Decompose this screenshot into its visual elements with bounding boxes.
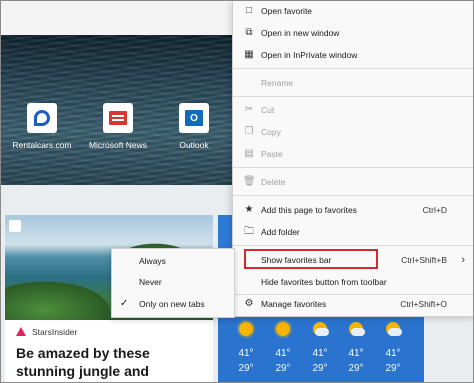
quick-link-label: Microsoft News xyxy=(88,140,148,150)
partly-cloudy-icon xyxy=(349,322,365,336)
article-source: StarsInsider xyxy=(32,327,78,337)
submenu-item-always[interactable]: Always xyxy=(112,252,234,270)
quick-link-label: Rentalcars.com xyxy=(12,140,72,150)
menu-item-add-to-favorites[interactable]: ★ Add this page to favorites Ctrl+D xyxy=(233,200,474,220)
forecast-high: 41° xyxy=(238,348,254,359)
menu-item-rename[interactable]: Rename xyxy=(233,73,474,93)
cut-icon: ✂ xyxy=(244,104,254,115)
forecast-low: 29° xyxy=(312,363,328,374)
forecast-day: 41° 29° xyxy=(231,322,261,374)
menu-item-open-new-window[interactable]: ⧉ Open in new window xyxy=(233,23,474,43)
menu-divider xyxy=(233,195,474,196)
menu-divider xyxy=(233,167,474,168)
paste-icon: ▤ xyxy=(244,148,254,159)
forecast-low: 29° xyxy=(385,363,401,374)
forecast-low: 29° xyxy=(238,363,254,374)
highlight-annotation-box xyxy=(244,249,378,269)
gear-icon: ⚙ xyxy=(244,298,254,309)
menu-item-delete[interactable]: 🗑 Delete xyxy=(233,172,474,192)
menu-item-open-inprivate[interactable]: ▦ Open in InPrivate window xyxy=(233,45,474,65)
outlook-icon: O xyxy=(179,103,209,133)
forecast-low: 29° xyxy=(275,363,291,374)
quick-link-microsoft-news[interactable]: Microsoft News xyxy=(78,103,158,150)
menu-divider xyxy=(233,68,474,69)
image-gallery-icon xyxy=(9,220,21,232)
menu-item-paste[interactable]: ▤ Paste xyxy=(233,144,474,164)
menu-item-add-folder[interactable]: 🗀 Add folder xyxy=(233,222,474,242)
favorites-context-menu: □ Open favorite ⧉ Open in new window ▦ O… xyxy=(232,0,474,317)
chevron-right-icon: › xyxy=(461,254,465,266)
microsoft-news-icon xyxy=(103,103,133,133)
quick-link-label: Outlook xyxy=(179,140,209,150)
submenu-item-only-new-tabs[interactable]: ✓ Only on new tabs xyxy=(112,295,234,313)
copy-icon: ❐ xyxy=(244,126,254,137)
shortcut-label: Ctrl+D xyxy=(422,205,447,215)
forecast-high: 41° xyxy=(312,348,328,359)
menu-item-cut[interactable]: ✂ Cut xyxy=(233,100,474,120)
favorites-bar-submenu: Always Never ✓ Only on new tabs xyxy=(111,248,235,318)
browser-new-tab-page: Rentalcars.com Microsoft News O Outlook … xyxy=(0,0,474,383)
forecast-high: 41° xyxy=(275,348,291,359)
quick-link-outlook[interactable]: O Outlook xyxy=(154,103,234,150)
open-favorite-icon: □ xyxy=(245,5,253,16)
forecast-day: 41° 29° xyxy=(378,322,408,374)
menu-divider xyxy=(233,96,474,97)
quick-link-rentalcars[interactable]: Rentalcars.com xyxy=(2,103,82,150)
sun-icon xyxy=(276,322,290,336)
partly-cloudy-icon xyxy=(313,322,329,336)
forecast-high: 41° xyxy=(385,348,401,359)
inprivate-window-icon: ▦ xyxy=(244,49,254,60)
partly-cloudy-icon xyxy=(386,322,402,336)
forecast-low: 29° xyxy=(348,363,364,374)
forecast-high: 41° xyxy=(348,348,364,359)
menu-item-hide-favorites-button[interactable]: Hide favorites button from toolbar xyxy=(233,272,474,292)
add-folder-icon: 🗀 xyxy=(244,226,254,237)
forecast-day: 41° 29° xyxy=(305,322,335,374)
starsinsider-logo-icon xyxy=(16,327,26,336)
menu-divider xyxy=(233,245,474,246)
article-headline[interactable]: Be amazed by these stunning jungle and r… xyxy=(16,344,211,383)
checkmark-icon: ✓ xyxy=(120,298,129,309)
forecast-day: 41° 29° xyxy=(268,322,298,374)
forecast-day: 41° 29° xyxy=(341,322,371,374)
rentalcars-icon xyxy=(27,103,57,133)
menu-item-manage-favorites[interactable]: ⚙ Manage favorites Ctrl+Shift+O xyxy=(233,294,474,314)
menu-item-open-favorite[interactable]: □ Open favorite xyxy=(233,1,474,21)
sun-icon xyxy=(239,322,253,336)
new-window-icon: ⧉ xyxy=(245,27,253,38)
menu-item-copy[interactable]: ❐ Copy xyxy=(233,122,474,142)
submenu-item-never[interactable]: Never xyxy=(112,273,234,291)
shortcut-label: Ctrl+Shift+O xyxy=(400,299,447,309)
trash-icon: 🗑 xyxy=(243,176,256,187)
shortcut-label: Ctrl+Shift+B xyxy=(401,255,447,265)
add-favorite-star-icon: ★ xyxy=(244,204,254,215)
